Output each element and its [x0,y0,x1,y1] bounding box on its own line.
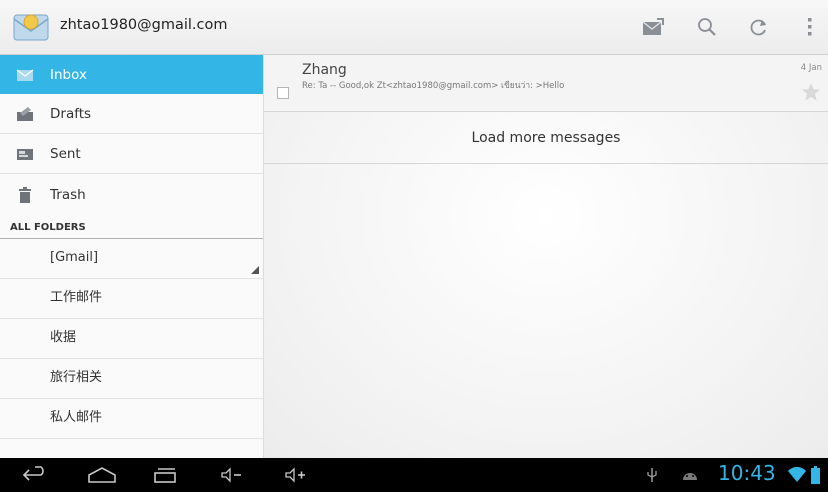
sent-icon [16,146,34,162]
sidebar-item-trash[interactable]: Trash [0,175,263,214]
folder-label: [Gmail] [50,250,99,265]
back-icon[interactable] [20,464,50,486]
folder-label: 旅行相关 [50,370,103,385]
trash-icon [16,186,34,203]
folder-label: 收据 [50,330,77,345]
volume-up-icon[interactable] [282,464,308,486]
message-snippet: Re: Ta -- Good,ok Zt<zhtao1980@gmail.com… [302,81,565,91]
sidebar-item-inbox[interactable]: Inbox [0,55,263,94]
volume-down-icon[interactable] [218,464,244,486]
drafts-icon [16,106,34,122]
message-list: Zhang Re: Ta -- Good,ok Zt<zhtao1980@gma… [264,55,828,458]
compose-icon[interactable] [640,14,666,40]
message-sender: Zhang [302,62,347,78]
action-bar: zhtao1980@gmail.com [0,0,828,55]
all-folders-header: ALL FOLDERS [0,214,263,239]
sidebar-item-label: Trash [50,186,86,203]
folder-item[interactable]: 工作邮件 [0,279,263,319]
sidebar-item-label: Inbox [50,66,87,83]
account-mail-icon[interactable] [13,11,49,41]
star-icon[interactable] [801,82,821,102]
sidebar-item-drafts[interactable]: Drafts [0,95,263,134]
system-bar: 10:43 [0,458,828,492]
usb-icon [645,464,659,486]
email-app: zhtao1980@gmail.com Inbox Drafts Sent Tr… [0,0,828,492]
android-debug-icon [681,464,699,486]
load-more-button[interactable]: Load more messages [264,112,828,164]
folder-item[interactable]: 收据 [0,319,263,359]
sidebar-item-label: Drafts [50,106,92,122]
folder-item-gmail[interactable]: [Gmail] [0,239,263,279]
message-row[interactable]: Zhang Re: Ta -- Good,ok Zt<zhtao1980@gma… [264,55,828,112]
sidebar-item-label: Sent [50,146,81,162]
folder-sidebar: Inbox Drafts Sent Trash ALL FOLDERS [Gma… [0,55,264,458]
folder-item[interactable]: 旅行相关 [0,359,263,399]
search-icon[interactable] [694,14,720,40]
message-checkbox[interactable] [277,87,289,99]
account-name[interactable]: zhtao1980@gmail.com [60,17,228,33]
inbox-icon [16,67,34,83]
battery-icon [809,464,821,486]
wifi-icon [787,464,807,486]
overflow-menu-icon[interactable] [797,14,823,40]
home-icon[interactable] [86,464,118,486]
clock: 10:43 [718,461,776,485]
refresh-icon[interactable] [746,14,772,40]
folder-item[interactable]: 私人邮件 [0,399,263,439]
folder-label: 工作邮件 [50,290,103,305]
expand-indicator-icon[interactable] [251,266,259,274]
folder-label: 私人邮件 [50,410,103,425]
recent-apps-icon[interactable] [150,464,180,486]
message-date: 4 Jan [800,63,822,73]
sidebar-item-sent[interactable]: Sent [0,135,263,174]
